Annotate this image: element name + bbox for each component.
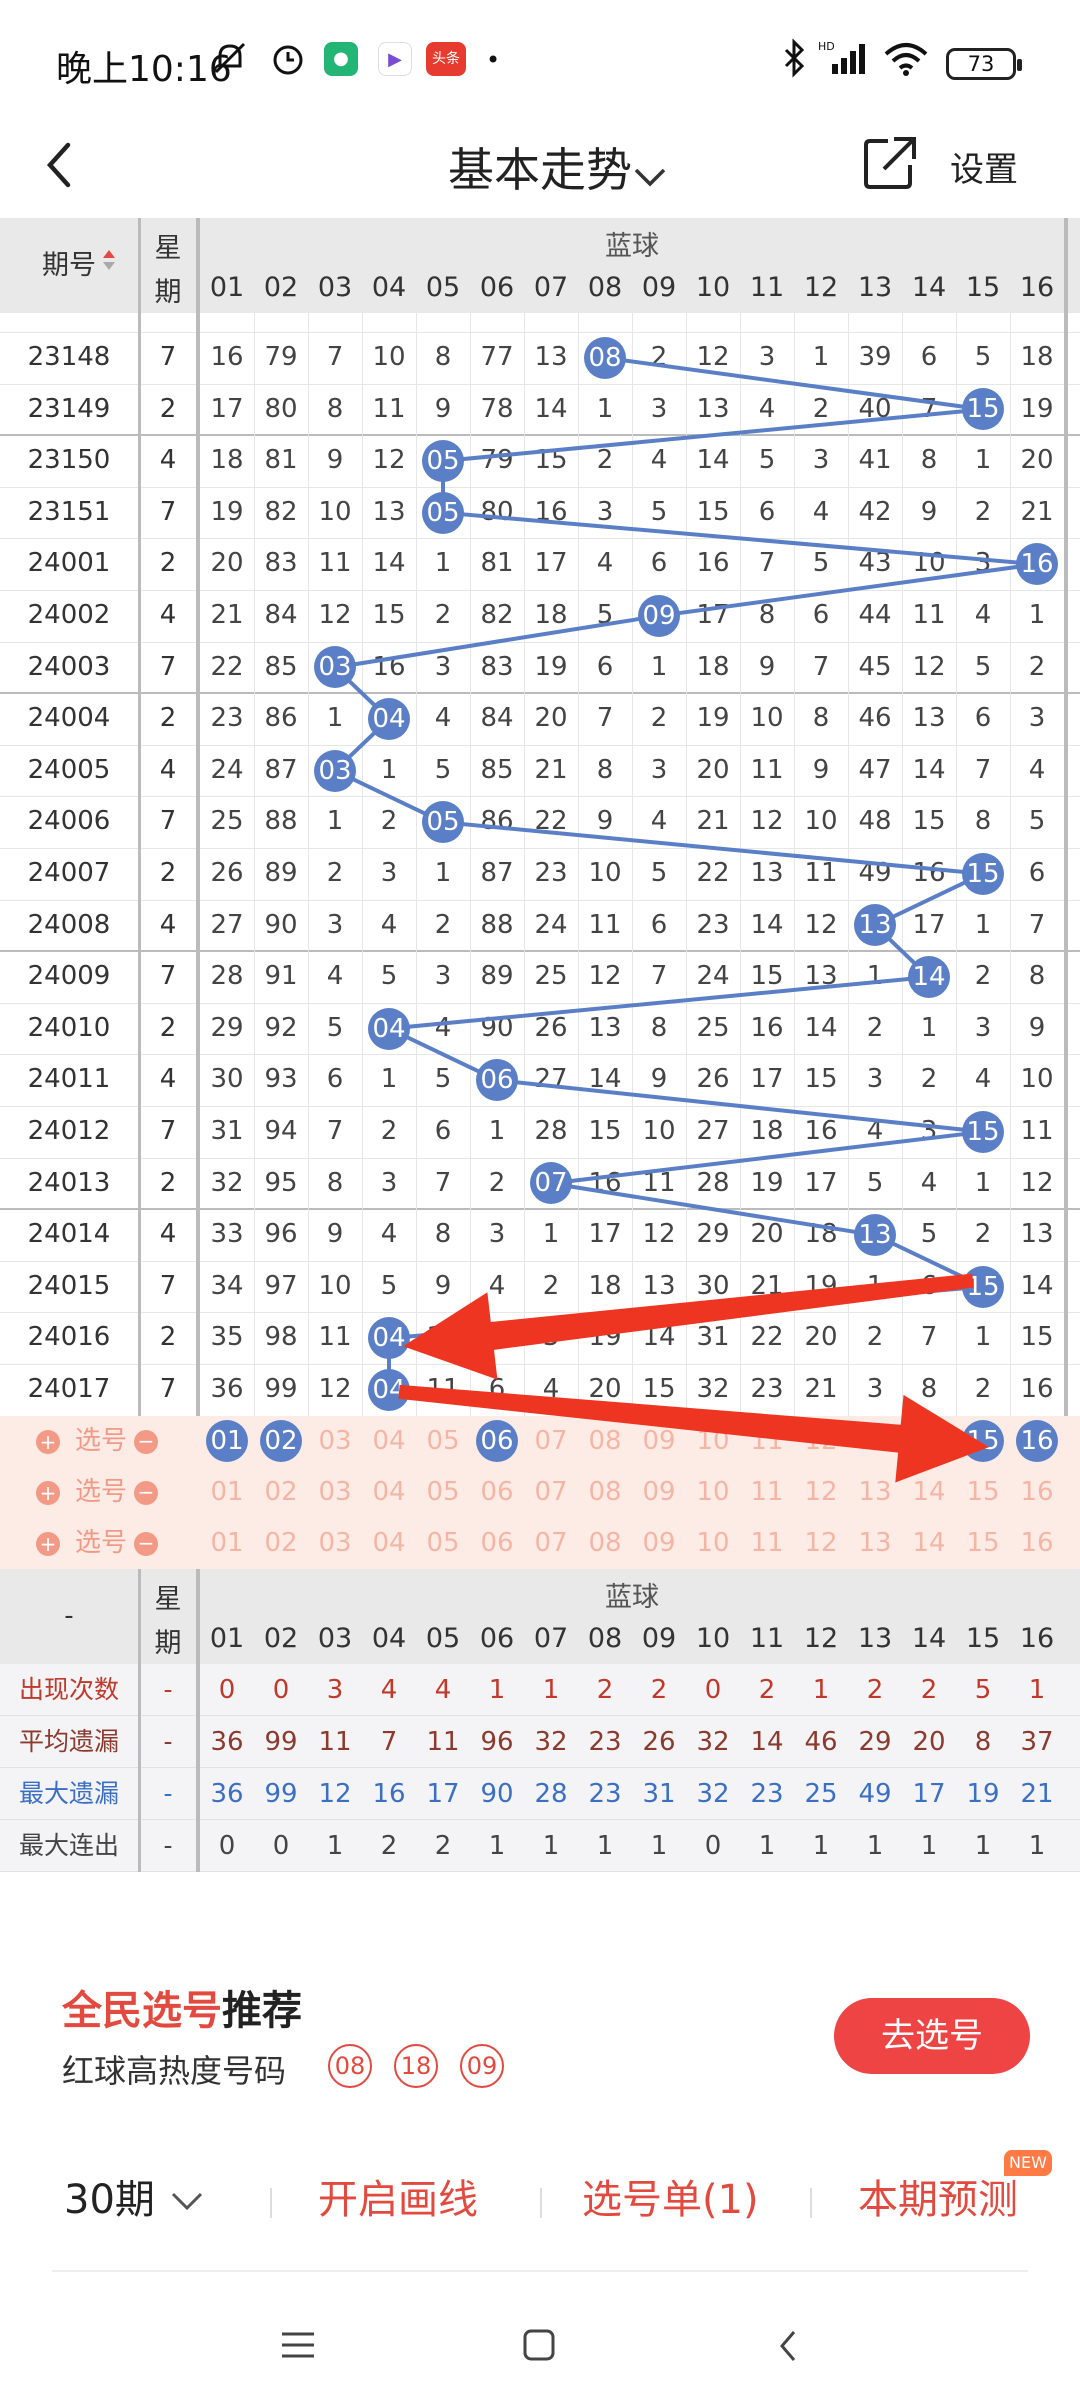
battery-indicator: 73 — [946, 48, 1022, 80]
divider — [540, 2188, 542, 2218]
trend-chart: 期号星期蓝球 01 02 03 04 05 06 07 08 09 10 11 12 13 14 15 16 23… — [0, 218, 1080, 1872]
red-arrow-left — [403, 1273, 974, 1380]
home-icon[interactable] — [522, 2328, 556, 2362]
recommend-card[interactable]: 全民选号推荐 红球高热度号码 08 18 09 去选号 — [22, 1958, 1058, 2110]
svg-text:HD: HD — [818, 40, 835, 53]
hot-number-ball: 18 — [394, 2044, 438, 2088]
go-pick-button[interactable]: 去选号 — [834, 1998, 1030, 2074]
share-icon — [864, 137, 916, 189]
pick-list-button[interactable]: 选号单(1) — [582, 2170, 759, 2230]
mute-icon — [210, 38, 250, 89]
system-nav-bar — [0, 2290, 1080, 2400]
app-icon-play: ▶ — [378, 42, 412, 76]
red-arrow-right — [398, 1384, 989, 1483]
alarm-icon — [268, 38, 308, 89]
recommend-title-rest: 推荐 — [222, 1988, 302, 2034]
prediction-button[interactable]: 本期预测 — [858, 2170, 1018, 2230]
signal-icon: HD — [818, 38, 874, 89]
page-title-text: 基本走势 — [448, 143, 632, 197]
divider — [270, 2188, 272, 2218]
toutiao-icon: 头条 — [426, 42, 466, 76]
menu-icon[interactable] — [280, 2330, 316, 2360]
bluetooth-icon — [780, 38, 810, 89]
divider — [810, 2188, 812, 2218]
annotation-layer — [398, 1273, 989, 1483]
chevron-down-icon[interactable] — [632, 165, 668, 189]
status-time: 晚上10:16 — [56, 49, 232, 90]
draw-lines-button[interactable]: 开启画线 — [318, 2170, 478, 2230]
chevron-down-icon — [171, 2192, 202, 2211]
dot-icon: • — [486, 46, 501, 74]
period-select-label: 30期 — [64, 2177, 155, 2223]
back-nav-icon[interactable] — [776, 2328, 800, 2364]
share-button[interactable] — [862, 133, 922, 203]
divider — [52, 2270, 1028, 2272]
settings-button[interactable]: 设置 — [950, 125, 1018, 215]
app-icon-green: ● — [324, 42, 358, 76]
screen: { "status_bar": {"time": "晚上10:16", "bat… — [0, 0, 1080, 2400]
hot-number-ball: 09 — [460, 2044, 504, 2088]
status-bar: 晚上10:16 ● ▶ 头条 • HD 73 — [0, 0, 1080, 125]
back-button[interactable] — [40, 125, 110, 215]
recommend-title: 全民选号推荐 — [62, 1978, 302, 2036]
recommend-subtitle: 红球高热度号码 — [62, 2052, 287, 2090]
new-badge: NEW — [1004, 2150, 1052, 2176]
bottom-toolbar: 30期 开启画线 选号单(1) 本期预测 — [0, 2150, 1080, 2260]
hot-number-ball: 08 — [328, 2044, 372, 2088]
title-bar: 基本走势 设置 — [0, 125, 1080, 218]
recommend-title-highlight: 全民选号 — [62, 1988, 222, 2034]
period-select[interactable]: 30期 — [64, 2170, 205, 2230]
wifi-icon — [882, 38, 930, 89]
chevron-left-icon — [46, 142, 71, 188]
